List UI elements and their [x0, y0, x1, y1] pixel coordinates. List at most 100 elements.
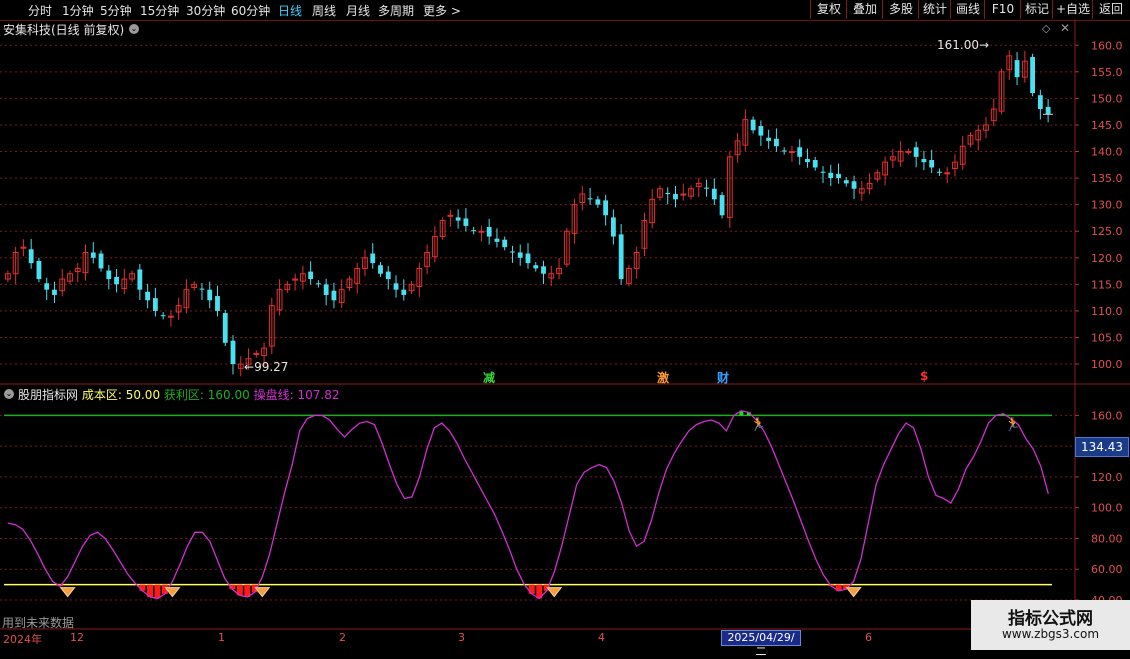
candle-down: [797, 147, 803, 157]
trade-label: 操盘线:: [253, 388, 294, 402]
candle-down: [517, 252, 523, 258]
candle-down: [207, 289, 213, 301]
candle-down: [502, 239, 508, 248]
x-label-dec: 12: [70, 631, 84, 644]
candle-down: [665, 192, 671, 195]
candle-down: [36, 260, 42, 280]
buy-diamond-icon: [59, 587, 76, 598]
candle-down: [618, 234, 624, 280]
event-tag-dollar[interactable]: $: [920, 369, 928, 383]
candle-down: [308, 271, 314, 280]
close-icon[interactable]: ✕: [1060, 21, 1070, 35]
candle-down: [215, 296, 220, 311]
kline-chart[interactable]: 🏃 🏃 160.0155.0150.0145.0140.0135.0130.012…: [0, 0, 1130, 650]
candle-down: [719, 195, 725, 216]
x-label-year: 2024年: [3, 633, 42, 646]
candle-down: [774, 138, 779, 147]
x-label-jun: 6: [865, 631, 872, 644]
candle-down: [510, 251, 515, 253]
candle-down: [937, 171, 942, 173]
candle-down: [393, 283, 399, 290]
candle-down: [28, 249, 34, 264]
indicator-legend: 股朋指标网 成本区: 50.00 获利区: 160.00 操盘线: 107.82: [18, 386, 339, 403]
indicator-tick-label: 60.00: [1091, 563, 1123, 576]
candle-down: [603, 200, 609, 216]
price-tick-label: 145.0: [1091, 119, 1123, 132]
candle-down: [114, 276, 119, 285]
indicator-name: 股朋指标网: [18, 388, 79, 402]
candle-down: [152, 298, 158, 311]
x-label-mar: 3: [458, 631, 465, 644]
candle-down: [595, 199, 601, 205]
grid-lines: [0, 20, 1130, 640]
candle-down: [378, 265, 383, 274]
candle-down: [533, 265, 539, 269]
candle-down: [1045, 106, 1051, 115]
candle-down: [323, 284, 329, 295]
candle-down: [836, 173, 841, 179]
candle-down: [1030, 56, 1035, 94]
cost-value: 50.00: [125, 388, 161, 402]
candle-down: [455, 217, 461, 221]
candle-up: [167, 315, 174, 318]
candle-down: [222, 313, 228, 343]
price-tick-label: 100.0: [1091, 358, 1123, 371]
profit-value: 160.00: [207, 388, 250, 402]
candle-down: [805, 158, 810, 163]
candle-down: [704, 187, 709, 189]
sell-runner-icon: 🏃: [1005, 416, 1021, 432]
candle-down: [90, 252, 96, 258]
sell-runner-icon: 🏃: [750, 416, 766, 432]
candle-down: [385, 271, 391, 280]
buy-diamond-icon: [546, 587, 563, 598]
indicator-series: 🏃 🏃: [4, 410, 1052, 600]
chevron-down-icon[interactable]: ⌄: [129, 24, 139, 34]
candle-up: [905, 151, 912, 154]
candle-down: [160, 315, 166, 317]
price-tick-label: 150.0: [1091, 92, 1123, 105]
indicator-tick-label: 100.0: [1091, 502, 1123, 515]
price-tick-label: 120.0: [1091, 252, 1123, 265]
candle-down: [1037, 95, 1043, 110]
candle-up: [944, 172, 951, 175]
price-tick-label: 140.0: [1091, 146, 1123, 159]
event-tag-reduce[interactable]: 减: [483, 369, 495, 386]
x-label-apr: 4: [598, 631, 605, 644]
candle-down: [1014, 60, 1020, 78]
watermark-url: www.zbgs3.com: [1001, 627, 1100, 641]
low-price-label: ←99.27: [244, 360, 289, 374]
candle-down: [587, 198, 593, 200]
candle-down: [486, 226, 492, 237]
buy-diamond-icon: [845, 587, 862, 598]
candle-down: [828, 172, 834, 179]
candle-down: [843, 180, 849, 184]
indicator-tick-label: 80.00: [1091, 532, 1123, 545]
price-tick-label: 135.0: [1091, 172, 1123, 185]
event-tag-incentive[interactable]: 激: [657, 369, 669, 386]
watermark-logo: 指标公式网 www.zbgs3.com: [971, 600, 1130, 650]
watermark-title: 指标公式网: [1008, 609, 1093, 629]
indicator-tick-label: 120.0: [1091, 471, 1123, 484]
diamond-icon[interactable]: ◇: [1042, 22, 1050, 35]
chevron-down-icon[interactable]: ⌄: [4, 389, 14, 399]
price-tick-label: 110.0: [1091, 305, 1123, 318]
candle-up: [478, 230, 485, 233]
candle-down: [106, 270, 112, 280]
indicator-tick-label: 160.0: [1091, 409, 1123, 422]
profit-label: 获利区:: [163, 388, 204, 402]
candle-down: [525, 253, 531, 264]
price-tick-label: 115.0: [1091, 278, 1123, 291]
candlestick-series: [4, 50, 1053, 377]
price-tick-label: 160.0: [1091, 39, 1123, 52]
candle-down: [929, 160, 935, 168]
candle-up: [789, 151, 795, 154]
candle-down: [921, 158, 927, 163]
candle-down: [851, 181, 857, 189]
price-tick-label: 130.0: [1091, 199, 1123, 212]
candle-down: [52, 289, 57, 295]
event-tag-finance[interactable]: 财: [717, 369, 729, 386]
candle-down: [315, 283, 321, 285]
candle-down: [766, 137, 772, 141]
candle-down: [820, 171, 826, 173]
price-tick-label: 105.0: [1091, 331, 1123, 344]
